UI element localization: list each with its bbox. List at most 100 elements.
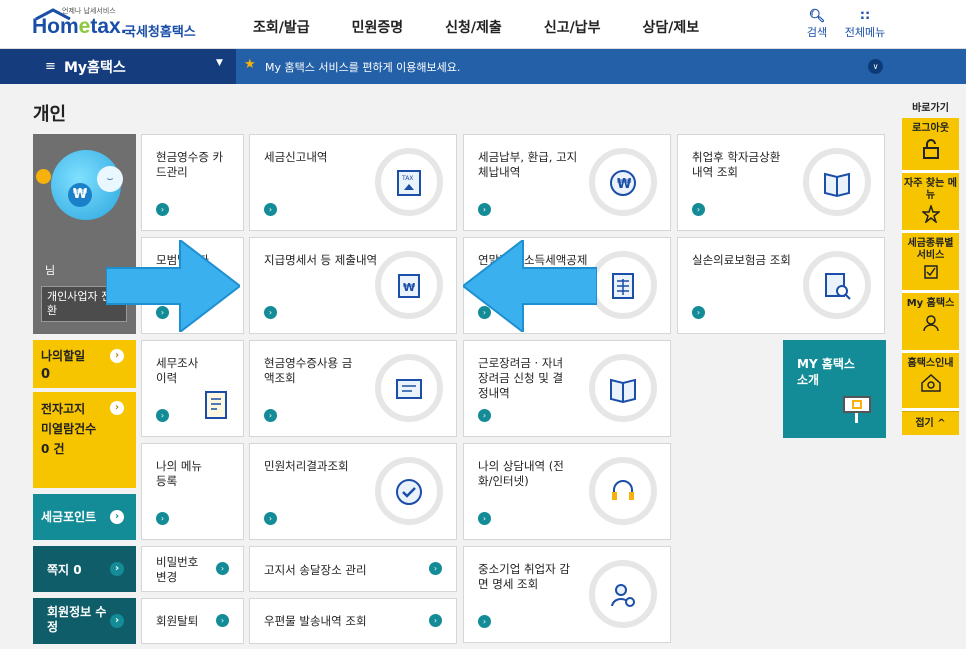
go-icon: › <box>429 562 442 575</box>
open-book-icon <box>589 354 657 422</box>
quick-favorites[interactable]: 자주 찾는 메뉴 <box>902 173 959 233</box>
go-icon: › <box>156 512 169 525</box>
tile-password-change[interactable]: 비밀번호 변경 › <box>141 546 244 592</box>
todo-count: 0 <box>41 367 51 382</box>
bar-message: My 홈택스 서비스를 편하게 이용해보세요. <box>265 61 461 74</box>
avatar: ₩ ⌣ <box>51 150 123 220</box>
tile-tax-return-history[interactable]: 세금신고내역 › TAX <box>249 134 457 231</box>
grid-icon: ∷ <box>860 9 870 24</box>
nav-consult[interactable]: 상담/제보 <box>621 0 720 49</box>
profile-name: 님 <box>45 264 56 277</box>
go-icon: › <box>264 203 277 216</box>
tile-withdrawal[interactable]: 회원탈퇴 › <box>141 598 244 644</box>
unlock-icon <box>922 139 939 159</box>
memo[interactable]: 쪽지 0 › <box>33 546 136 592</box>
profile-deco <box>36 169 51 184</box>
quick-tax-type[interactable]: 세금종류별 서비스 <box>902 233 959 293</box>
book-icon <box>803 148 871 216</box>
e-notice[interactable]: 전자고지 › 미열람건수 0 건 <box>33 392 136 488</box>
go-icon: › <box>478 203 491 216</box>
logo-wordmark: Hometax. <box>32 15 127 38</box>
chevron-down-icon[interactable]: ∨ <box>868 59 883 74</box>
tile-notice-address[interactable]: 고지서 송달장소 관리 › <box>249 546 457 592</box>
home-icon <box>920 373 941 392</box>
tile-medical-insurance[interactable]: 실손의료보험금 조회 › <box>677 237 885 334</box>
tax-point[interactable]: 세금포인트 › <box>33 494 136 540</box>
quick-menu: 바로가기 로그아웃 자주 찾는 메뉴 세금종류별 서비스 My 홈택스 홈택스인… <box>902 100 959 435</box>
check-icon <box>375 457 443 525</box>
svg-text:₩: ₩ <box>617 177 632 192</box>
document-search-icon <box>803 251 871 319</box>
go-icon: › <box>216 614 229 627</box>
receipt-icon <box>375 354 443 422</box>
headset-icon <box>589 457 657 525</box>
tile-cash-receipt-card[interactable]: 현금영수증 카드관리 › <box>141 134 244 231</box>
hometax-logo[interactable]: 언제나 납세서비스 Hometax. 국세청홈택스 <box>32 6 212 44</box>
smile-icon: ⌣ <box>97 166 123 192</box>
notebook-icon <box>205 391 227 419</box>
checkbox-icon <box>923 265 938 279</box>
logo-korean: 국세청홈택스 <box>124 25 196 40</box>
quick-fold-button[interactable]: 접기 ^ <box>902 411 959 435</box>
svg-text:₩: ₩ <box>403 281 415 294</box>
my-hometax-intro[interactable]: MY 홈택스 소개 <box>783 340 886 438</box>
nav-filing[interactable]: 신고/납부 <box>523 0 622 49</box>
tile-civil-result[interactable]: 민원처리결과조회 › <box>249 443 457 540</box>
star-outline-icon <box>921 205 940 223</box>
sub-bar: ≡ My홈택스 ▼ ★ My 홈택스 서비스를 편하게 이용해보세요. ∨ <box>0 49 966 84</box>
tile-student-loan[interactable]: 취업후 학자금상환 내역 조회 › <box>677 134 885 231</box>
arrow-left-icon <box>463 240 597 332</box>
go-icon: › <box>156 203 169 216</box>
arrow-right-icon: › <box>110 349 124 363</box>
tile-tax-audit-history[interactable]: 세무조사 이력 › <box>141 340 244 437</box>
all-menu-button[interactable]: ∷ 전체메뉴 <box>837 10 893 40</box>
arrow-right-icon: › <box>110 562 124 576</box>
member-edit[interactable]: 회원정보 수정 › <box>33 598 136 644</box>
my-hometax-dropdown[interactable]: ≡ My홈택스 ▼ <box>0 49 236 84</box>
svg-text:TAX: TAX <box>401 175 413 182</box>
tile-payment-statement-history[interactable]: 지급명세서 등 제출내역 › ₩ <box>249 237 457 334</box>
go-icon: › <box>264 306 277 319</box>
user-icon <box>922 315 939 332</box>
arrow-right-icon <box>106 240 240 332</box>
main-nav: 조회/발급 민원증명 신청/제출 신고/납부 상담/제보 <box>232 0 720 49</box>
won-coin-icon: ₩ <box>68 183 92 207</box>
go-icon: › <box>264 409 277 422</box>
go-icon: › <box>216 562 229 575</box>
quick-hometax-guide[interactable]: 홈택스인내 <box>902 353 959 411</box>
go-icon: › <box>264 512 277 525</box>
quick-logout[interactable]: 로그아웃 <box>902 118 959 173</box>
arrow-right-icon: › <box>110 614 124 628</box>
go-icon: › <box>429 614 442 627</box>
arrow-right-icon: › <box>110 401 124 415</box>
calculator-icon <box>589 251 657 319</box>
quick-title: 바로가기 <box>912 103 949 114</box>
tile-mail-history[interactable]: 우편물 발송내역 조회 › <box>249 598 457 644</box>
won-icon: ₩ <box>589 148 657 216</box>
tile-sme-exemption[interactable]: 중소기업 취업자 감면 명세 조회 › <box>463 546 671 643</box>
statement-icon: ₩ <box>375 251 443 319</box>
go-icon: › <box>692 306 705 319</box>
hamburger-icon: ≡ <box>45 59 56 74</box>
go-icon: › <box>478 409 491 422</box>
user-search-icon <box>589 560 657 628</box>
go-icon: › <box>156 409 169 422</box>
nav-inquiry[interactable]: 조회/발급 <box>232 0 331 49</box>
nav-application[interactable]: 신청/제출 <box>424 0 523 49</box>
signpost-icon <box>843 396 871 413</box>
tile-cash-receipt-amount[interactable]: 현금영수증사용 금액조회 › <box>249 340 457 437</box>
go-icon: › <box>478 615 491 628</box>
tile-my-menu-register[interactable]: 나의 메뉴 등록 › <box>141 443 244 540</box>
tax-document-icon: TAX <box>375 148 443 216</box>
header: 언제나 납세서비스 Hometax. 국세청홈택스 조회/발급 민원증명 신청/… <box>0 0 966 49</box>
tile-payment-refund[interactable]: 세금납부, 환급, 고지 체납내역 › ₩ <box>463 134 671 231</box>
nav-certificate[interactable]: 민원증명 <box>331 0 425 49</box>
tile-consult-history[interactable]: 나의 상담내역 (전화/인터넷) › <box>463 443 671 540</box>
tile-earned-income-credit[interactable]: 근로장려금 · 자녀장려금 신청 및 결정내역 › <box>463 340 671 437</box>
caret-down-icon: ▼ <box>216 58 223 68</box>
quick-my-hometax[interactable]: My 홈택스 <box>902 293 959 353</box>
go-icon: › <box>478 512 491 525</box>
star-icon: ★ <box>244 57 256 72</box>
arrow-right-icon: › <box>110 510 124 524</box>
my-todo[interactable]: 나의할일 › 0 <box>33 340 136 388</box>
